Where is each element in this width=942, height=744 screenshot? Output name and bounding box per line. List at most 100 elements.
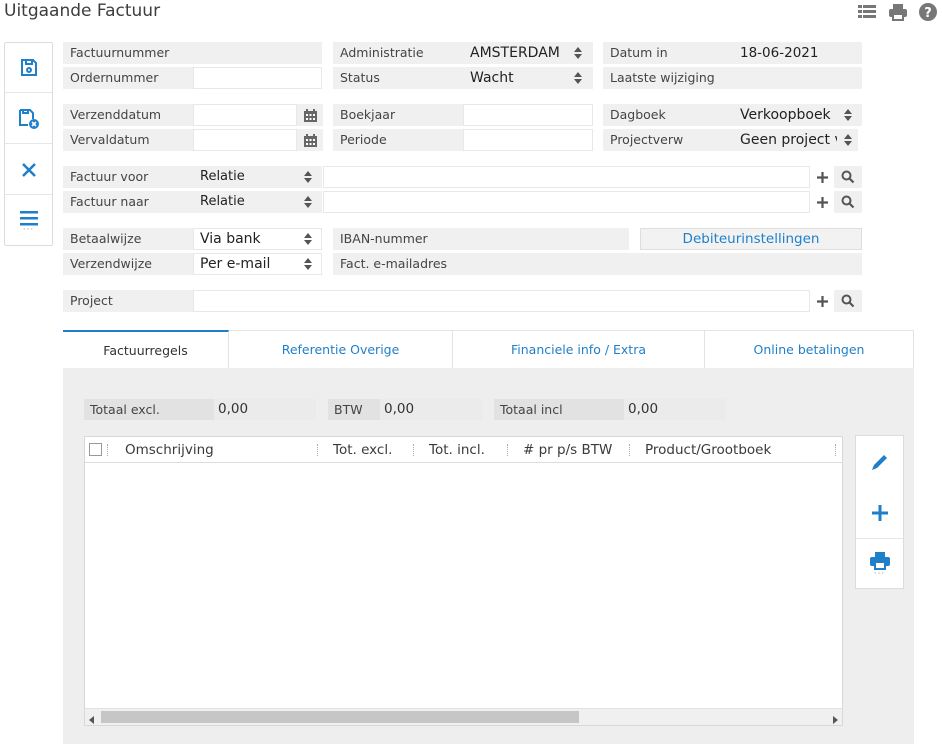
more-dots-icon: ··· — [873, 569, 886, 579]
fact-email-field — [476, 253, 862, 275]
label-periode: Periode — [333, 129, 463, 151]
label-factuur-voor: Factuur voor — [63, 166, 193, 188]
label-laatste-wijziging: Laatste wijziging — [603, 67, 733, 89]
search-icon[interactable] — [834, 166, 862, 188]
horizontal-scrollbar[interactable] — [85, 708, 842, 725]
sort-arrows-icon — [298, 166, 318, 188]
column-separator — [629, 444, 630, 456]
label-btw: BTW — [328, 399, 380, 420]
label-totaal-excl: Totaal excl. — [84, 399, 214, 420]
pencil-icon — [871, 454, 887, 470]
column-omschrijving[interactable]: Omschrijving — [125, 437, 214, 463]
print-lines-button[interactable]: ··· — [856, 538, 903, 589]
invoice-lines-grid: Omschrijving Tot. excl. Tot. incl. # pr … — [84, 436, 843, 726]
factuurnummer-field — [193, 42, 322, 64]
sort-arrows-icon — [298, 191, 318, 213]
tab-online-betalingen[interactable]: Online betalingen — [705, 330, 914, 368]
sort-arrows-icon — [568, 42, 588, 64]
column-tot-incl[interactable]: Tot. incl. — [429, 437, 485, 463]
sort-arrows-icon — [838, 104, 858, 126]
scroll-left-icon[interactable] — [89, 713, 95, 728]
label-factuurnummer: Factuurnummer — [63, 42, 193, 64]
boekjaar-input[interactable] — [463, 104, 593, 126]
label-fact-email: Fact. e-mailadres — [333, 253, 476, 275]
menu-button[interactable]: ··· — [5, 196, 52, 246]
calendar-icon[interactable] — [297, 104, 323, 126]
column-separator — [413, 444, 414, 456]
label-factuur-naar: Factuur naar — [63, 191, 193, 213]
save-icon — [20, 58, 37, 76]
sort-arrows-icon — [298, 253, 318, 275]
add-icon[interactable] — [810, 290, 834, 312]
factuur-voor-input[interactable] — [323, 166, 810, 188]
add-line-button[interactable] — [856, 487, 903, 538]
totaal-incl-value: 0,00 — [624, 399, 726, 420]
svg-text:?: ? — [924, 6, 932, 21]
iban-field — [476, 228, 629, 250]
label-ordernummer: Ordernummer — [63, 67, 193, 89]
add-icon[interactable] — [810, 191, 834, 213]
sort-arrows-icon — [568, 67, 588, 89]
label-verzenddatum: Verzenddatum — [63, 104, 193, 126]
scroll-right-icon[interactable] — [832, 713, 838, 728]
totaal-excl-value: 0,00 — [214, 399, 316, 420]
grid-toolbar: ··· — [855, 435, 904, 589]
label-verzendwijze: Verzendwijze — [63, 253, 193, 275]
help-icon[interactable]: ? — [918, 2, 938, 22]
list-view-icon[interactable] — [857, 2, 877, 22]
column-separator — [835, 444, 836, 456]
close-icon — [21, 162, 36, 177]
column-product-grootboek[interactable]: Product/Grootboek — [645, 437, 771, 463]
vervaldatum-input[interactable] — [193, 129, 297, 151]
label-iban: IBAN-nummer — [333, 228, 476, 250]
column-separator — [317, 444, 318, 456]
search-icon[interactable] — [834, 290, 862, 312]
print-icon — [869, 552, 890, 570]
tab-factuurregels[interactable]: Factuurregels — [63, 330, 229, 369]
calendar-icon[interactable] — [297, 129, 323, 151]
tab-referentie-overige[interactable]: Referentie Overige — [229, 330, 453, 368]
label-boekjaar: Boekjaar — [333, 104, 463, 126]
add-icon[interactable] — [810, 166, 834, 188]
datum-in-field: 18-06-2021 — [733, 42, 862, 64]
label-betaalwijze: Betaalwijze — [63, 228, 193, 250]
laatste-wijziging-field — [733, 67, 862, 89]
verzenddatum-input[interactable] — [193, 104, 297, 126]
label-datum-in: Datum in — [603, 42, 733, 64]
label-dagboek: Dagboek — [603, 104, 733, 126]
print-icon[interactable] — [888, 2, 908, 22]
label-vervaldatum: Vervaldatum — [63, 129, 193, 151]
factuur-naar-input[interactable] — [323, 191, 810, 213]
projectverw-select[interactable]: Geen project ve — [733, 129, 838, 151]
save-close-button[interactable] — [5, 94, 52, 144]
sort-arrows-icon — [298, 228, 318, 250]
label-administratie: Administratie — [333, 42, 463, 64]
page-title: Uitgaande Factuur — [4, 1, 161, 21]
save-close-icon — [18, 108, 39, 129]
ordernummer-input[interactable] — [193, 67, 322, 89]
label-totaal-incl: Totaal incl — [494, 399, 624, 420]
tab-bar: Factuurregels Referentie Overige Financi… — [63, 330, 914, 369]
project-input[interactable] — [193, 290, 810, 312]
periode-input[interactable] — [463, 129, 593, 151]
plus-icon — [871, 504, 888, 521]
debiteurinstellingen-button[interactable]: Debiteurinstellingen — [640, 228, 862, 250]
label-projectverw: Projectverw — [603, 129, 733, 151]
label-status: Status — [333, 67, 463, 89]
column-tot-excl[interactable]: Tot. excl. — [333, 437, 392, 463]
column-pr-ps-btw[interactable]: # pr p/s BTW — [523, 437, 612, 463]
action-sidebar: ··· — [4, 42, 53, 246]
sort-arrows-icon — [838, 129, 858, 151]
close-button[interactable] — [5, 145, 52, 195]
column-separator — [507, 444, 508, 456]
search-icon[interactable] — [834, 191, 862, 213]
grid-header: Omschrijving Tot. excl. Tot. incl. # pr … — [85, 437, 842, 463]
tab-financiele-info[interactable]: Financiele info / Extra — [453, 330, 705, 368]
edit-line-button[interactable] — [856, 436, 903, 487]
select-all-checkbox[interactable] — [89, 443, 102, 456]
scrollbar-thumb[interactable] — [101, 711, 579, 723]
save-button[interactable] — [5, 43, 52, 93]
more-dots-icon: ··· — [22, 225, 35, 235]
btw-value: 0,00 — [380, 399, 482, 420]
column-separator — [107, 444, 108, 456]
